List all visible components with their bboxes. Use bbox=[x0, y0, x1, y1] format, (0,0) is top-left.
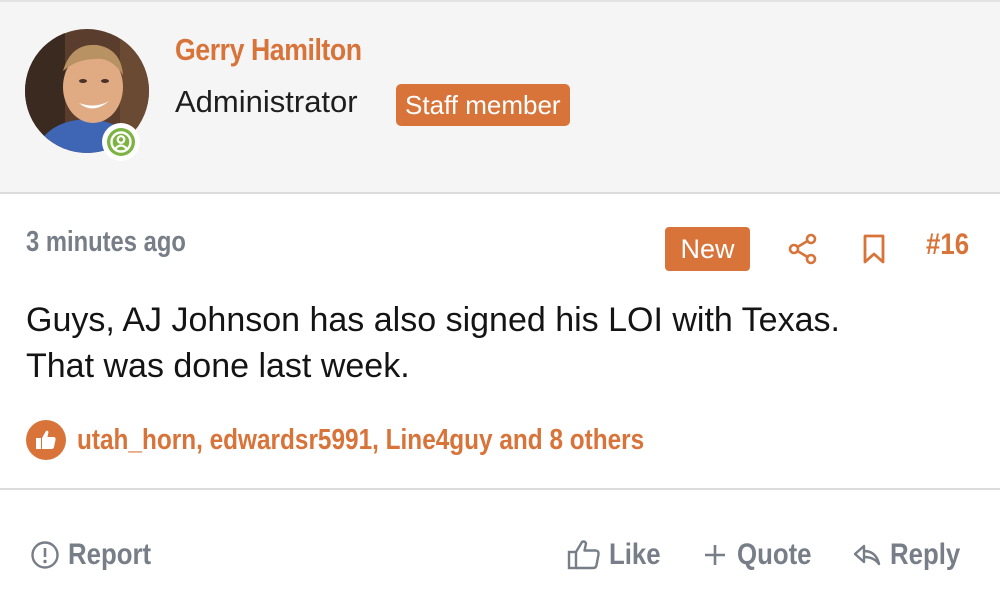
online-user-icon bbox=[102, 123, 140, 161]
share-icon[interactable] bbox=[788, 233, 818, 265]
quote-icon bbox=[705, 545, 725, 565]
divider bbox=[0, 488, 1000, 490]
post-number-link[interactable]: #16 bbox=[926, 228, 969, 262]
bookmark-icon[interactable] bbox=[862, 234, 886, 264]
like-label: Like bbox=[609, 538, 661, 571]
like-button[interactable]: Like bbox=[567, 533, 669, 577]
quote-label: Quote bbox=[737, 538, 812, 571]
post-body: Guys, AJ Johnson has also signed his LOI… bbox=[26, 297, 966, 389]
reply-label: Reply bbox=[890, 538, 961, 571]
message-user-header: Gerry Hamilton Administrator Staff membe… bbox=[0, 0, 1000, 194]
post-body-line: Guys, AJ Johnson has also signed his LOI… bbox=[26, 301, 840, 339]
staff-badge: Staff member bbox=[396, 84, 570, 126]
new-badge: New bbox=[665, 227, 750, 271]
reactions-bar[interactable]: utah_horn, edwardsr5991, Line4guy and 8 … bbox=[26, 420, 752, 460]
report-button[interactable]: Report bbox=[30, 533, 165, 577]
user-title: Administrator bbox=[175, 84, 358, 119]
reply-icon bbox=[853, 544, 881, 566]
post-date-link[interactable]: 3 minutes ago bbox=[26, 226, 186, 259]
reactions-list[interactable]: utah_horn, edwardsr5991, Line4guy and 8 … bbox=[77, 424, 644, 457]
username-link[interactable]: Gerry Hamilton bbox=[175, 32, 362, 68]
report-icon bbox=[31, 541, 59, 569]
reply-button[interactable]: Reply bbox=[852, 533, 972, 577]
report-label: Report bbox=[68, 538, 152, 571]
post-body-line: That was done last week. bbox=[26, 347, 410, 385]
quote-button[interactable]: Quote bbox=[703, 533, 824, 577]
like-icon bbox=[567, 540, 600, 570]
thumbs-up-icon bbox=[26, 420, 66, 460]
